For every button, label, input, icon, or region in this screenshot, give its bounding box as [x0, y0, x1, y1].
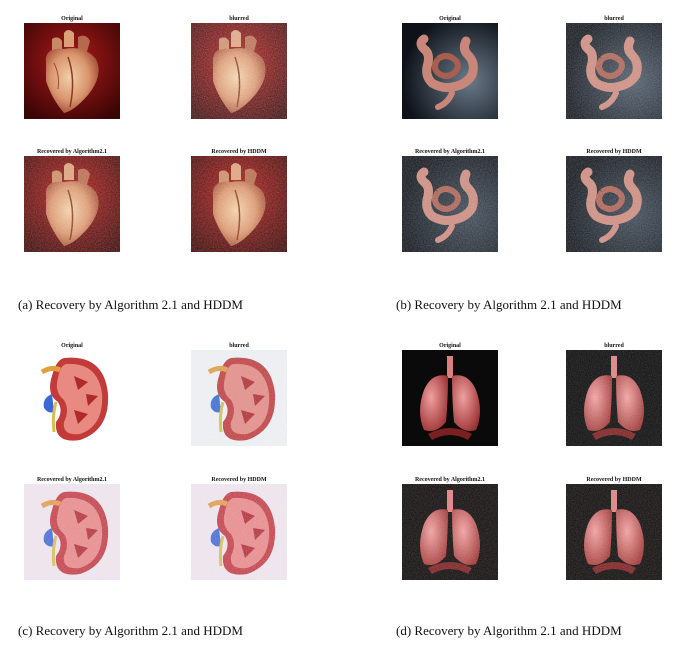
- cell-recovered-hddm: Recovered by HDDM: [191, 148, 287, 252]
- cell-title: Original: [61, 16, 83, 22]
- cell-title: Recovered by Algorithm2.1: [414, 149, 486, 155]
- cell-blurred: blurred: [191, 342, 287, 446]
- lungs-recovered-hddm-image: [566, 484, 662, 580]
- heart-original-image: [24, 23, 120, 119]
- heart-blurred-image: [191, 23, 287, 119]
- kidney-original-image: [24, 350, 120, 446]
- heart-recovered-algorithm-image: [24, 156, 120, 252]
- intestine-blurred-image: [566, 23, 662, 119]
- cell-original: Original: [402, 342, 498, 446]
- cell-title: Recovered by HDDM: [211, 477, 267, 483]
- kidney-recovered-algorithm-image: [24, 484, 120, 580]
- cell-title: blurred: [604, 16, 624, 22]
- cell-original: Original: [24, 342, 120, 446]
- cell-title: Recovered by HDDM: [586, 477, 642, 483]
- cell-title: Recovered by HDDM: [586, 149, 642, 155]
- cell-title: Original: [61, 343, 83, 349]
- cell-recovered-hddm: Recovered by HDDM: [566, 148, 662, 252]
- lungs-blurred-image: [566, 350, 662, 446]
- cell-recovered-hddm: Recovered by HDDM: [566, 476, 662, 580]
- figure-panel-a: Original blurred Recovered by Algorithm2…: [0, 0, 330, 320]
- cell-original: Original: [24, 15, 120, 119]
- subfigure-caption: (a) Recovery by Algorithm 2.1 and HDDM: [18, 297, 243, 312]
- cell-blurred: blurred: [566, 342, 662, 446]
- subfigure-caption: (c) Recovery by Algorithm 2.1 and HDDM: [18, 623, 243, 638]
- cell-title: blurred: [229, 16, 249, 22]
- cell-title: Recovered by Algorithm2.1: [414, 477, 486, 483]
- cell-recovered-algorithm: Recovered by Algorithm2.1: [402, 148, 498, 252]
- lungs-original-image: [402, 350, 498, 446]
- cell-recovered-algorithm: Recovered by Algorithm2.1: [24, 476, 120, 580]
- subfigure-caption: (d) Recovery by Algorithm 2.1 and HDDM: [396, 623, 622, 638]
- figure-panel-c: Original blurred Recovered by Algorithm2…: [0, 330, 330, 650]
- cell-blurred: blurred: [566, 15, 662, 119]
- figure-panel-d: Original blurred Recovered by Algorithm2…: [340, 330, 670, 650]
- cell-title: Recovered by Algorithm2.1: [36, 149, 108, 155]
- cell-blurred: blurred: [191, 15, 287, 119]
- cell-recovered-algorithm: Recovered by Algorithm2.1: [402, 476, 498, 580]
- kidney-blurred-image: [191, 350, 287, 446]
- cell-recovered-algorithm: Recovered by Algorithm2.1: [24, 148, 120, 252]
- intestine-original-image: [402, 23, 498, 119]
- cell-recovered-hddm: Recovered by HDDM: [191, 476, 287, 580]
- cell-title: Recovered by HDDM: [211, 149, 267, 155]
- intestine-recovered-hddm-image: [566, 156, 662, 252]
- cell-title: Original: [439, 343, 461, 349]
- cell-title: blurred: [604, 343, 624, 349]
- heart-recovered-hddm-image: [191, 156, 287, 252]
- cell-original: Original: [402, 15, 498, 119]
- figure-panel-b: Original blurred Recovered by Algorithm2…: [340, 0, 670, 320]
- cell-title: blurred: [229, 343, 249, 349]
- cell-title: Recovered by Algorithm2.1: [36, 477, 108, 483]
- lungs-recovered-algorithm-image: [402, 484, 498, 580]
- kidney-recovered-hddm-image: [191, 484, 287, 580]
- subfigure-caption: (b) Recovery by Algorithm 2.1 and HDDM: [396, 297, 622, 312]
- cell-title: Original: [439, 16, 461, 22]
- intestine-recovered-algorithm-image: [402, 156, 498, 252]
